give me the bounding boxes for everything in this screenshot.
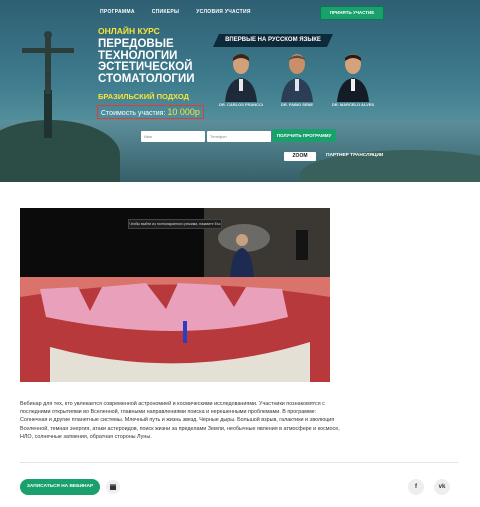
nav-program[interactable]: ПРОГРАММА [100, 9, 135, 15]
calendar-button[interactable] [106, 480, 120, 494]
get-program-button[interactable]: ПОЛУЧИТЬ ПРОГРАММУ [272, 129, 336, 142]
speaker-card: DR. FABIO SENE [274, 50, 320, 107]
presenter-image [204, 208, 330, 278]
course-kicker: ОНЛАЙН КУРС [98, 26, 160, 36]
video-speaker-inset [204, 208, 330, 278]
partner-logo: ZOOM [284, 152, 316, 161]
speaker-name: DR. FABIO SENE [280, 102, 314, 107]
top-nav: ПРОГРАММА СПИКЕРЫ УСЛОВИЯ УЧАСТИЯ [100, 9, 251, 15]
calendar-icon [110, 484, 116, 490]
nav-speakers[interactable]: СПИКЕРЫ [152, 9, 180, 15]
price-value: 10 000р [167, 107, 200, 117]
name-input[interactable]: Имя [141, 131, 205, 142]
video-dental-frame [20, 277, 330, 382]
statue-illustration [22, 31, 74, 138]
speaker-card: DR. MARCELO ALVES [330, 50, 376, 107]
speaker-card: DR. CARLOS FRANCCI [218, 50, 264, 107]
hero-banner: ПРОГРАММА СПИКЕРЫ УСЛОВИЯ УЧАСТИЯ ПРИНЯТ… [0, 0, 480, 182]
price-label: Стоимость участия: [101, 110, 166, 117]
course-title: ПЕРЕДОВЫЕ ТЕХНОЛОГИИ ЭСТЕТИЧЕСКОЙ СТОМАТ… [98, 38, 195, 85]
webinar-description: Вебинар для тех, кто увлекается современ… [20, 401, 340, 440]
speaker-name: DR. CARLOS FRANCCI [219, 102, 263, 107]
facebook-icon[interactable]: f [408, 479, 424, 495]
speaker-photo [225, 54, 257, 102]
phone-input[interactable]: Телефон [207, 131, 271, 142]
register-webinar-button[interactable]: ЗАПИСАТЬСЯ НА ВЕБИНАР [20, 479, 100, 495]
speaker-photo [281, 54, 313, 102]
fullscreen-tooltip: Чтобы выйти из полноэкранного режима, на… [128, 219, 222, 229]
dental-image [20, 277, 330, 382]
course-approach: БРАЗИЛЬСКИЙ ПОДХОД [98, 92, 189, 101]
vk-icon[interactable]: vk [434, 479, 450, 495]
speaker-photo [337, 54, 369, 102]
divider [20, 462, 458, 463]
first-time-ribbon: ВПЕРВЫЕ НА РУССКОМ ЯЗЫКЕ [213, 34, 333, 47]
speaker-name: DR. MARCELO ALVES [331, 102, 375, 107]
join-button[interactable]: ПРИНЯТЬ УЧАСТИЕ [320, 6, 384, 20]
video-player[interactable]: Чтобы выйти из полноэкранного режима, на… [20, 208, 330, 382]
price-box: Стоимость участия: 10 000р [97, 105, 204, 119]
partner-label: ПАРТНЕР ТРАНСЛЯЦИИ [326, 153, 384, 158]
nav-conditions[interactable]: УСЛОВИЯ УЧАСТИЯ [196, 9, 251, 15]
